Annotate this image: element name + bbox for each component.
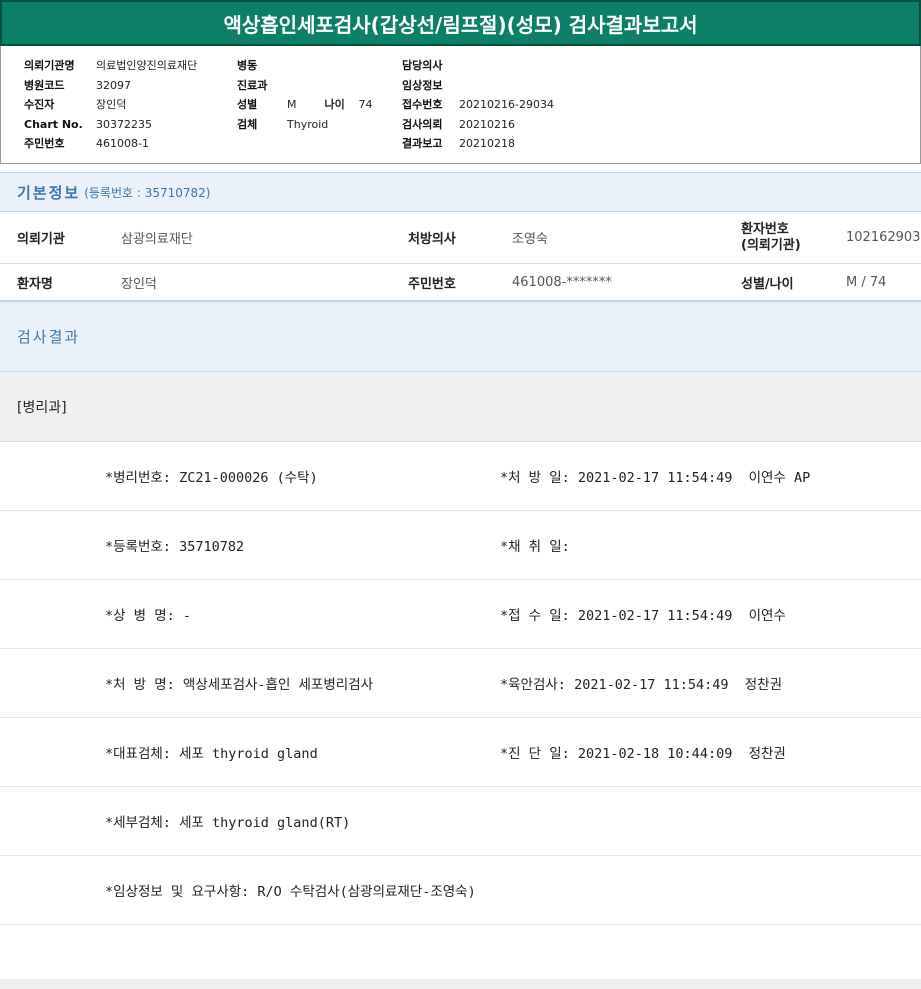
basic-info-title: 기본정보	[17, 183, 81, 202]
result-row: *세부검체: 세포 thyroid gland(RT)	[0, 787, 921, 856]
header-field: 병동	[237, 59, 258, 72]
registration-number: (등록번호 : 35710782)	[84, 185, 211, 200]
report-title: 액상흡인세포검사(갑상선/림프절)(성모) 검사결과보고서	[0, 0, 921, 46]
header-field: 병원코드 32097	[24, 78, 131, 92]
result-header: 검사결과	[0, 300, 921, 372]
header-field: 의뢰기관명 의료법인양진의료재단	[24, 59, 198, 72]
basic-info-header: 기본정보 (등록번호 : 35710782)	[0, 172, 921, 212]
result-row: *임상정보 및 요구사항: R/O 수탁검사(삼광의료재단-조영숙)	[0, 856, 921, 925]
header-field: 검체 Thyroid	[237, 117, 329, 131]
header-field: 담당의사	[402, 59, 443, 72]
bottom-bar	[0, 979, 921, 989]
result-row: *등록번호: 35710782 *채 취 일:	[0, 511, 921, 580]
header-field: 검사의뢰 20210216	[402, 117, 515, 131]
header-field-sex-age: 성별 M 나이 74	[237, 98, 373, 111]
result-title: 검사결과	[17, 328, 81, 346]
result-row: *처 방 명: 액상세포검사-흡인 세포병리검사 *육안검사: 2021-02-…	[0, 649, 921, 718]
header-field: 주민번호 461008-1	[24, 137, 149, 150]
header-field: 접수번호 20210216-29034	[402, 98, 554, 111]
department-label: [병리과]	[0, 372, 921, 442]
result-row: *상 병 명: - *접 수 일: 2021-02-17 11:54:49 이연…	[0, 580, 921, 649]
header-field: 임상정보	[402, 78, 443, 92]
basic-info-row-2: 환자명 장인덕 주민번호 461008-******* 성별/나이 M / 74	[17, 274, 887, 292]
header-field: 결과보고 20210218	[402, 137, 515, 150]
header-info: 의뢰기관명 의료법인양진의료재단 병원코드 32097 수진자 장인덕 Chart N…	[0, 46, 921, 164]
header-col-3: 담당의사 임상정보 접수번호 20210216-29034 검사의뢰 2021021…	[402, 56, 554, 154]
patient-number-label: 환자번호 (의뢰기관)	[741, 221, 801, 253]
header-field: 수진자 장인덕	[24, 98, 127, 111]
header-col-1: 의뢰기관명 의료법인양진의료재단 병원코드 32097 수진자 장인덕 Chart N…	[24, 56, 197, 154]
header-field: 진료과	[237, 78, 268, 92]
header-field: Chart No. 30372235	[24, 117, 152, 131]
result-row: *병리번호: ZC21-000026 (수탁) *처 방 일: 2021-02-…	[0, 442, 921, 511]
header-col-2: 병동 진료과 성별 M 나이 74 검체 Thyroid	[237, 56, 373, 134]
result-row: *대표검체: 세포 thyroid gland *진 단 일: 2021-02-…	[0, 718, 921, 787]
basic-info-row-1: 의뢰기관 삼광의료재단 처방의사 조영숙 환자번호 (의뢰기관) 1021629…	[0, 212, 921, 264]
